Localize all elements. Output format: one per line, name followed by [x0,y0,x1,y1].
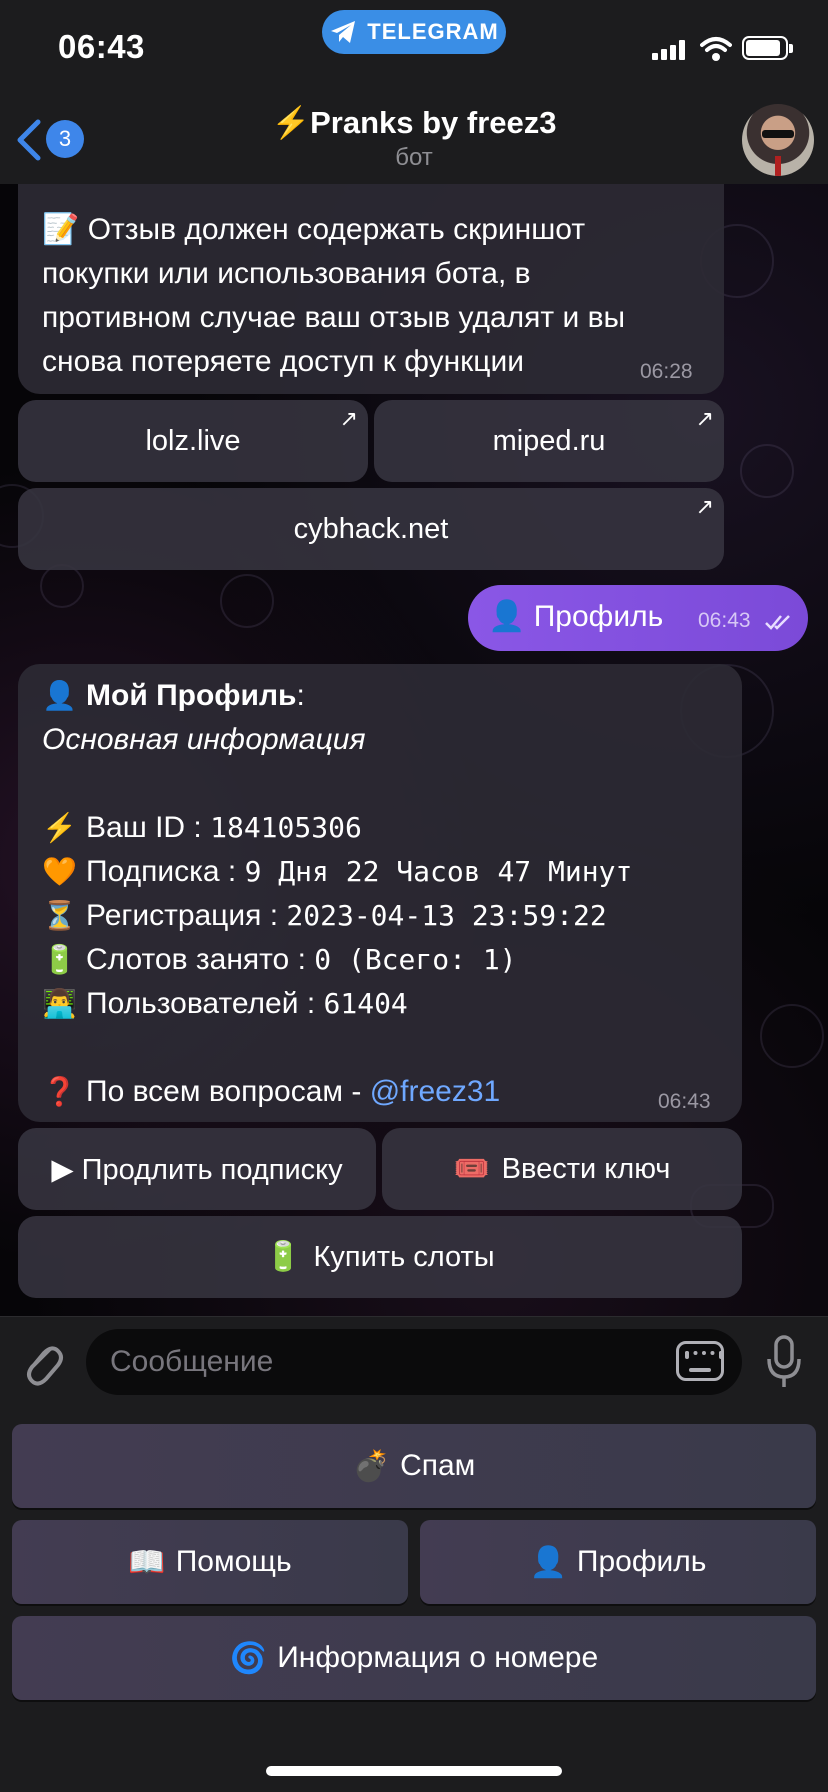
external-link-icon: ↗ [339,406,358,431]
attachment-icon[interactable] [20,1337,64,1387]
chat-title[interactable]: ⚡️Pranks by freez3 [0,104,828,141]
chat-subtitle: бот [395,144,433,171]
message-time: 06:43 [658,1090,711,1113]
extend-subscription-label: ▶ Продлить подписку [51,1153,343,1186]
message-outgoing-profile: 👤 Профиль 06:43 [468,585,808,651]
question-icon: ❓ [42,1076,77,1107]
message-input-bar: Сообщение [0,1316,828,1409]
profile-question-line: ❓ По всем вопросам - @freez31 [42,1070,742,1114]
technologist-icon: 👨‍💻 [42,988,77,1019]
battery-icon: 🔋 [42,944,77,975]
profile-title-colon: : [296,679,305,712]
message-input[interactable]: Сообщение [86,1329,742,1395]
orange-heart-icon: 🧡 [42,856,77,887]
user-icon: 👤 [42,680,77,711]
enter-key-label: Ввести ключ [501,1152,671,1185]
keyboard-button-help[interactable]: 📖 Помощь [12,1520,408,1604]
profile-row-registration: ⏳ Регистрация : 2023-04-13 23:59:22 [42,894,742,938]
ticket-icon: 🎟️ [453,1153,490,1185]
message-time: 06:28 [640,360,693,383]
row-label: Регистрация : [86,899,287,932]
link-button-label: miped.ru [492,424,606,457]
support-username-link[interactable]: @freez31 [370,1070,501,1114]
row-value[interactable]: 2023-04-13 23:59:22 [286,894,606,938]
keyboard-button-spam[interactable]: 💣 Спам [12,1424,816,1508]
row-value[interactable]: 184105306 [210,806,362,850]
row-value[interactable]: 9 Дня 22 Часов 47 Минут [245,850,633,894]
row-value[interactable]: 0 (Всего: 1) [314,938,516,982]
telegram-plane-icon [331,21,356,43]
chat-header: 3 ⚡️Pranks by freez3 бот [0,96,828,185]
battery-icon: 🔋 [265,1241,302,1273]
outgoing-text: Профиль [533,600,664,633]
lightning-icon: ⚡️ [42,812,77,843]
row-label: Пользователей : [86,987,324,1020]
battery-icon [742,36,793,60]
spam-label: Спам [400,1449,476,1482]
double-check-icon [765,615,790,630]
message-profile: 👤 Мой Профиль: Основная информация ⚡️ Ва… [18,664,742,1122]
user-icon: 👤 [529,1545,567,1579]
row-label: Слотов занято : [86,943,315,976]
cyclone-icon: 🌀 [229,1641,268,1675]
telegram-pill[interactable]: TELEGRAM [322,10,506,54]
profile-subtitle: Основная информация [42,723,366,756]
keyboard-button-profile[interactable]: 👤 Профиль [420,1520,816,1604]
extend-subscription-button[interactable]: ▶ Продлить подписку [18,1128,376,1210]
review-line-3: противном случае ваш отзыв удалят и вы [42,301,626,334]
buy-slots-label: Купить слоты [313,1240,495,1273]
message-review-notice: 📝 Отзыв должен содержать скриншот покупк… [18,184,724,394]
microphone-icon[interactable] [764,1333,804,1389]
keyboard-toggle-icon[interactable] [676,1341,724,1381]
telegram-pill-label: TELEGRAM [367,19,499,44]
status-time: 06:43 [58,28,145,65]
link-button-lolz[interactable]: lolz.live ↗ [18,400,368,482]
profile-title-line: 👤 Мой Профиль: [42,674,742,718]
book-icon: 📖 [128,1545,166,1579]
link-button-label: cybhack.net [293,512,449,545]
profile-row-slots: 🔋 Слотов занято : 0 (Всего: 1) [42,938,742,982]
message-time: 06:43 [698,609,751,632]
signal-icon [652,40,692,60]
link-button-cybhack[interactable]: cybhack.net ↗ [18,488,724,570]
wifi-icon [700,37,732,61]
row-value[interactable]: 61404 [324,982,408,1026]
profile-row-subscription: 🧡 Подписка : 9 Дня 22 Часов 47 Минут [42,850,742,894]
memo-icon: 📝 [42,213,80,246]
external-link-icon: ↗ [695,494,714,519]
bomb-icon: 💣 [352,1449,391,1483]
link-button-miped[interactable]: miped.ru ↗ [374,400,724,482]
user-icon: 👤 [488,600,526,633]
number-info-label: Информация о номере [277,1641,599,1674]
home-indicator[interactable] [266,1766,562,1776]
row-label: Ваш ID : [86,811,211,844]
enter-key-button[interactable]: 🎟️ Ввести ключ [382,1128,742,1210]
question-text: По всем вопросам - [86,1075,370,1108]
message-placeholder: Сообщение [110,1345,274,1378]
bot-reply-keyboard: 💣 Спам 📖 Помощь 👤 Профиль 🌀 Информация о… [0,1408,828,1792]
buy-slots-button[interactable]: 🔋 Купить слоты [18,1216,742,1298]
keyboard-button-number-info[interactable]: 🌀 Информация о номере [12,1616,816,1700]
external-link-icon: ↗ [695,406,714,431]
profile-label: Профиль [576,1545,707,1578]
help-label: Помощь [175,1545,292,1578]
profile-row-users: 👨‍💻 Пользователей : 61404 [42,982,742,1026]
link-button-label: lolz.live [145,424,241,457]
review-line-2: покупки или использования бота, в [42,257,531,290]
hourglass-icon: ⏳ [42,900,77,931]
review-line-1: Отзыв должен содержать скриншот [87,213,586,246]
row-label: Подписка : [86,855,245,888]
profile-title: Мой Профиль [86,679,297,712]
bot-avatar[interactable] [742,104,814,176]
review-line-4: снова потеряете доступ к функции [42,345,524,378]
status-bar: 06:43 TELEGRAM [0,0,828,96]
profile-row-id: ⚡️ Ваш ID : 184105306 [42,806,742,850]
